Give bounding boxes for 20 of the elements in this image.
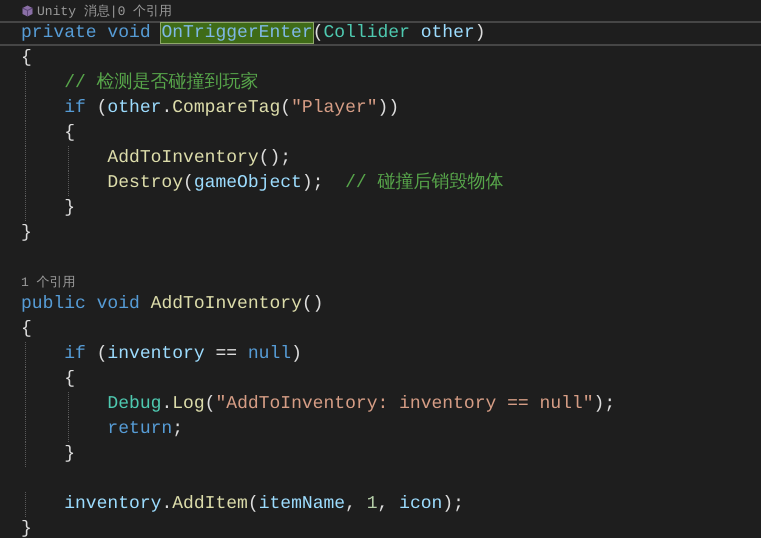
code-line: return; <box>106 419 184 440</box>
code-line: { <box>63 123 76 144</box>
code-line: Debug.Log("AddToInventory: inventory == null"); <box>106 394 616 415</box>
code-line: } <box>21 223 32 244</box>
code-line: AddToInventory(); <box>106 148 292 169</box>
code-line: { <box>21 48 32 69</box>
code-line: Destroy(gameObject); // 碰撞后销毁物体 <box>106 173 504 194</box>
codelens-text[interactable]: 1 个引用 <box>21 272 76 290</box>
code-line: inventory.AddItem(itemName, 1, icon); <box>63 494 464 515</box>
code-line: if (inventory == null) <box>63 344 302 365</box>
code-line: if (other.CompareTag("Player")) <box>63 98 400 119</box>
code-line: } <box>63 198 76 219</box>
code-line: } <box>21 519 32 538</box>
code-line: public void AddToInventory() <box>21 294 324 315</box>
code-line: } <box>63 444 76 465</box>
code-line: { <box>63 369 76 390</box>
codelens-text[interactable]: Unity 消息|0 个引用 <box>37 2 172 20</box>
code-line: // 检测是否碰撞到玩家 <box>63 73 259 94</box>
code-line: private void OnTriggerEnter(Collider other) <box>21 23 486 44</box>
code-line: { <box>21 319 32 340</box>
